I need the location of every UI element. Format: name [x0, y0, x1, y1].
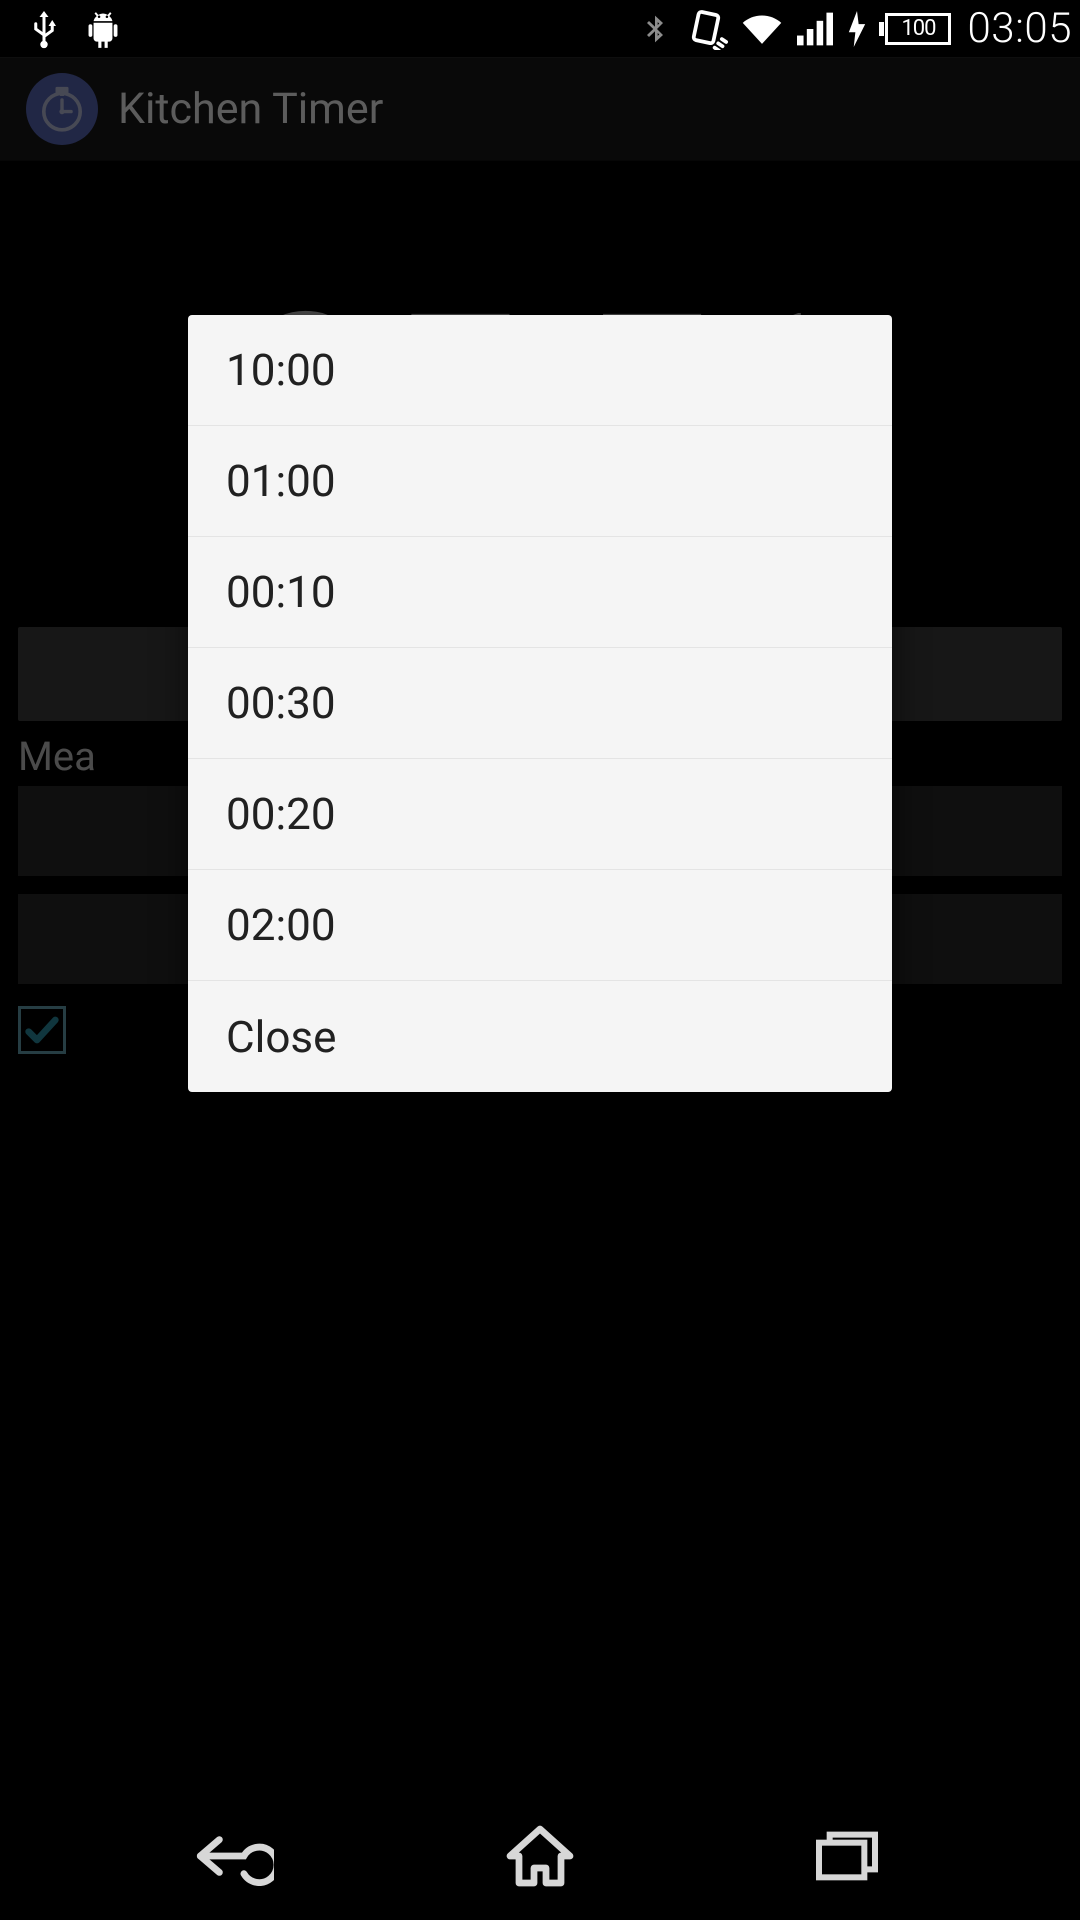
usb-icon — [26, 7, 62, 51]
preset-option-0[interactable]: 10:00 — [188, 315, 892, 426]
android-debug-icon — [84, 7, 122, 51]
navigation-bar — [0, 1792, 1080, 1920]
bluetooth-icon — [639, 8, 671, 50]
preset-option-5[interactable]: 02:00 — [188, 870, 892, 981]
nav-home-button[interactable] — [460, 1812, 620, 1900]
checkbox — [18, 1006, 66, 1054]
wifi-icon — [741, 11, 783, 47]
battery-icon: 100 — [879, 13, 951, 45]
preset-option-4[interactable]: 00:20 — [188, 759, 892, 870]
preset-dialog: 10:00 01:00 00:10 00:30 00:20 02:00 Clos… — [188, 315, 892, 1092]
preset-option-3[interactable]: 00:30 — [188, 648, 892, 759]
action-bar: Kitchen Timer — [0, 57, 1080, 161]
close-button[interactable]: Close — [188, 981, 892, 1092]
vibrate-icon — [683, 8, 729, 50]
signal-icon — [795, 11, 835, 47]
preset-option-2[interactable]: 00:10 — [188, 537, 892, 648]
nav-back-button[interactable] — [153, 1812, 313, 1900]
app-title: Kitchen Timer — [118, 84, 383, 134]
charging-icon — [847, 11, 867, 47]
app-icon — [26, 73, 98, 145]
status-bar: 100 03:05 — [0, 0, 1080, 57]
status-clock: 03:05 — [967, 4, 1072, 53]
preset-option-1[interactable]: 01:00 — [188, 426, 892, 537]
nav-recent-button[interactable] — [767, 1812, 927, 1900]
